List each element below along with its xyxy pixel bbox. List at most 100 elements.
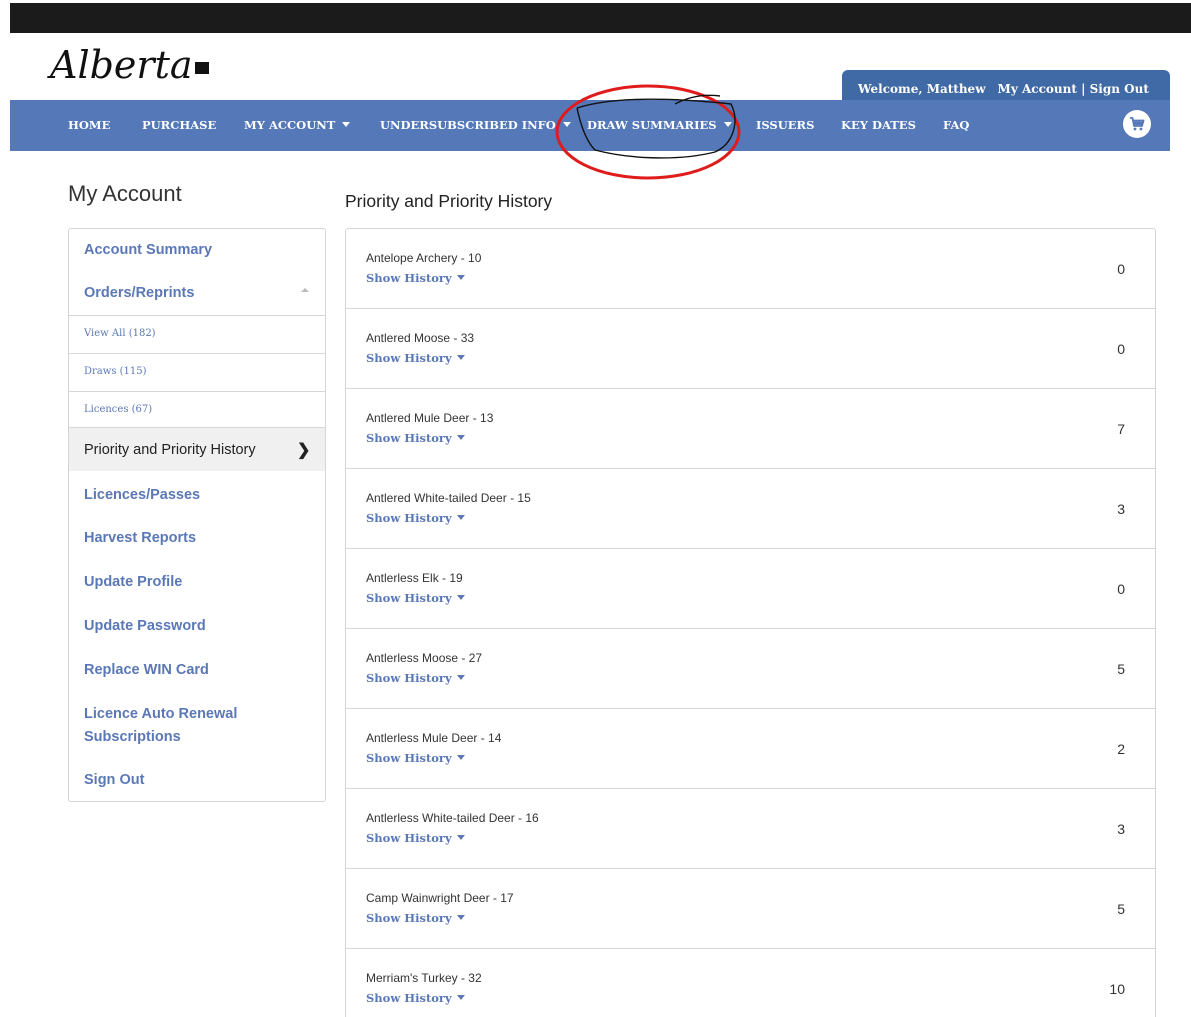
- show-history-toggle[interactable]: Show History: [366, 671, 465, 685]
- list-item: Antlerless Mule Deer - 14 Show History 2: [346, 709, 1155, 789]
- caret-down-icon: [456, 755, 465, 760]
- nav-key-dates[interactable]: KEY DATES: [841, 100, 916, 151]
- priority-name: Merriam's Turkey - 32: [366, 971, 482, 985]
- show-history-toggle[interactable]: Show History: [366, 751, 465, 765]
- show-history-toggle[interactable]: Show History: [366, 351, 465, 365]
- priority-value: 10: [1109, 981, 1125, 997]
- priority-value: 5: [1117, 901, 1125, 917]
- list-item: Camp Wainwright Deer - 17 Show History 5: [346, 869, 1155, 949]
- show-history-toggle[interactable]: Show History: [366, 911, 465, 925]
- show-history-toggle[interactable]: Show History: [366, 431, 465, 445]
- priority-value: 5: [1117, 661, 1125, 677]
- priority-name: Antlered White-tailed Deer - 15: [366, 491, 531, 505]
- sidebar-item-priority-history[interactable]: Priority and Priority History ❯: [69, 427, 325, 471]
- caret-down-icon: [342, 122, 351, 127]
- logo-mark-icon: [194, 62, 209, 74]
- nav-my-account[interactable]: MY ACCOUNT: [244, 100, 351, 151]
- sidebar-item-harvest-reports[interactable]: Harvest Reports: [84, 530, 196, 546]
- sidebar-item-subscriptions[interactable]: Subscriptions: [84, 729, 181, 745]
- cart-icon: [1130, 117, 1145, 131]
- show-history-toggle[interactable]: Show History: [366, 991, 465, 1005]
- nav-draw-summaries[interactable]: DRAW SUMMARIES: [587, 100, 732, 151]
- account-sidebar: Account Summary Orders/Reprints View All…: [68, 228, 326, 802]
- link-separator: |: [1081, 82, 1086, 96]
- nav-undersubscribed-info[interactable]: UNDERSUBSCRIBED INFO: [380, 100, 571, 151]
- nav-purchase-label: PURCHASE: [142, 118, 217, 132]
- logo-text: Alberta: [50, 43, 193, 87]
- list-item: Antlerless Elk - 19 Show History 0: [346, 549, 1155, 629]
- sidebar-item-label: Priority and Priority History: [84, 442, 256, 458]
- caret-down-icon: [456, 435, 465, 440]
- sidebar-subitem-licences[interactable]: Licences (67): [69, 391, 325, 429]
- chevron-right-icon: ❯: [297, 442, 311, 459]
- nav-home-label: HOME: [68, 118, 111, 132]
- alberta-logo[interactable]: Alberta: [50, 40, 209, 90]
- sidebar-item-update-profile[interactable]: Update Profile: [84, 574, 182, 590]
- priority-name: Camp Wainwright Deer - 17: [366, 891, 514, 905]
- priority-value: 7: [1117, 421, 1125, 437]
- nav-issuers[interactable]: ISSUERS: [756, 100, 814, 151]
- caret-down-icon: [456, 835, 465, 840]
- show-history-label: Show History: [366, 831, 452, 845]
- show-history-label: Show History: [366, 511, 452, 525]
- sidebar-subitem-label: Draws (115): [84, 366, 147, 377]
- caret-down-icon: [456, 595, 465, 600]
- show-history-label: Show History: [366, 751, 452, 765]
- top-black-bar: [10, 3, 1191, 33]
- sidebar-title: My Account: [68, 181, 182, 206]
- show-history-label: Show History: [366, 671, 452, 685]
- nav-faq[interactable]: FAQ: [943, 100, 969, 151]
- list-item: Merriam's Turkey - 32 Show History 10: [346, 949, 1155, 1017]
- list-item: Antlered White-tailed Deer - 15 Show His…: [346, 469, 1155, 549]
- nav-faq-label: FAQ: [943, 118, 970, 132]
- list-item: Antlerless Moose - 27 Show History 5: [346, 629, 1155, 709]
- sidebar-item-licence-auto-renewal[interactable]: Licence Auto Renewal: [84, 706, 237, 722]
- show-history-label: Show History: [366, 591, 452, 605]
- sidebar-item-account-summary[interactable]: Account Summary: [84, 242, 212, 258]
- show-history-label: Show History: [366, 991, 452, 1005]
- show-history-toggle[interactable]: Show History: [366, 271, 465, 285]
- priority-value: 3: [1117, 501, 1125, 517]
- caret-down-icon: [456, 275, 465, 280]
- sidebar-item-replace-win-card[interactable]: Replace WIN Card: [84, 662, 209, 678]
- show-history-label: Show History: [366, 351, 452, 365]
- priority-name: Antlered Mule Deer - 13: [366, 411, 494, 425]
- priority-name: Antlerless Elk - 19: [366, 571, 463, 585]
- sidebar-subitem-view-all[interactable]: View All (182): [69, 315, 325, 353]
- cart-button[interactable]: [1123, 110, 1151, 138]
- show-history-toggle[interactable]: Show History: [366, 591, 465, 605]
- show-history-toggle[interactable]: Show History: [366, 831, 465, 845]
- nav-draw-summaries-label: DRAW SUMMARIES: [587, 118, 717, 132]
- priority-value: 0: [1117, 341, 1125, 357]
- priority-name: Antlerless White-tailed Deer - 16: [366, 811, 539, 825]
- sidebar-item-orders-reprints[interactable]: Orders/Reprints: [84, 285, 194, 301]
- show-history-label: Show History: [366, 271, 452, 285]
- caret-down-icon: [456, 915, 465, 920]
- caret-down-icon: [456, 995, 465, 1000]
- nav-home[interactable]: HOME: [68, 100, 110, 151]
- list-item: Antlered Mule Deer - 13 Show History 7: [346, 389, 1155, 469]
- priority-value: 2: [1117, 741, 1125, 757]
- sidebar-item-licences-passes[interactable]: Licences/Passes: [84, 487, 200, 503]
- list-item: Antlered Moose - 33 Show History 0: [346, 309, 1155, 389]
- nav-purchase[interactable]: PURCHASE: [142, 100, 216, 151]
- sidebar-subitem-draws[interactable]: Draws (115): [69, 353, 325, 391]
- caret-down-icon: [723, 122, 732, 127]
- caret-down-icon: [456, 355, 465, 360]
- sidebar-subitem-label: View All (182): [84, 328, 156, 339]
- sidebar-item-update-password[interactable]: Update Password: [84, 618, 206, 634]
- show-history-toggle[interactable]: Show History: [366, 511, 465, 525]
- main-nav: HOME PURCHASE MY ACCOUNT UNDERSUBSCRIBED…: [10, 100, 1170, 151]
- caret-down-icon: [456, 675, 465, 680]
- priority-name: Antelope Archery - 10: [366, 251, 482, 265]
- nav-undersubscribed-info-label: UNDERSUBSCRIBED INFO: [380, 118, 556, 132]
- priority-value: 3: [1117, 821, 1125, 837]
- chevron-up-icon[interactable]: [301, 288, 309, 292]
- welcome-text: Welcome, Matthew: [858, 82, 986, 96]
- welcome-tab: Welcome, Matthew My Account | Sign Out: [842, 70, 1170, 100]
- sign-out-link[interactable]: Sign Out: [1090, 82, 1149, 96]
- caret-down-icon: [456, 515, 465, 520]
- caret-down-icon: [562, 122, 571, 127]
- sidebar-item-sign-out[interactable]: Sign Out: [84, 772, 144, 788]
- my-account-link[interactable]: My Account: [998, 82, 1077, 96]
